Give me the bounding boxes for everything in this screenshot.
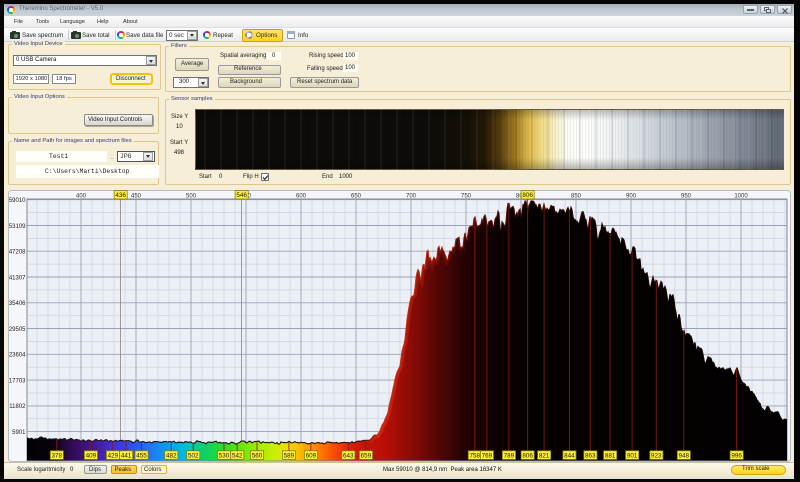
svg-text:806: 806 [522,452,533,459]
svg-text:23604: 23604 [9,353,26,359]
svg-text:530: 530 [219,452,230,459]
svg-text:502: 502 [188,452,199,459]
svg-text:400: 400 [76,194,87,200]
svg-text:700: 700 [406,194,417,200]
svg-text:482: 482 [166,452,177,459]
svg-text:546: 546 [236,192,247,199]
svg-text:409: 409 [86,452,97,459]
svg-text:600: 600 [296,194,307,200]
svg-text:789: 789 [504,452,515,459]
svg-text:650: 650 [351,194,362,200]
svg-text:901: 901 [627,452,638,459]
svg-text:758: 758 [470,452,481,459]
svg-text:500: 500 [186,194,197,200]
svg-text:429: 429 [108,452,119,459]
svg-text:11802: 11802 [9,404,26,410]
svg-text:609: 609 [306,452,317,459]
svg-text:863: 863 [585,452,596,459]
svg-text:455: 455 [136,452,147,459]
svg-text:41307: 41307 [9,275,26,281]
svg-text:450: 450 [131,194,142,200]
svg-text:589: 589 [284,452,295,459]
svg-text:59010: 59010 [9,198,26,204]
svg-text:17703: 17703 [9,378,26,384]
svg-text:441: 441 [121,452,132,459]
svg-text:950: 950 [681,194,692,200]
svg-text:35406: 35406 [9,301,26,307]
svg-text:806: 806 [522,192,533,199]
svg-text:5901: 5901 [12,430,26,436]
svg-text:53109: 53109 [9,224,26,230]
svg-text:923: 923 [651,452,662,459]
svg-text:750: 750 [461,194,472,200]
svg-text:643: 643 [343,452,354,459]
svg-text:850: 850 [571,194,582,200]
svg-text:542: 542 [232,452,243,459]
svg-text:436: 436 [115,192,126,199]
svg-text:948: 948 [679,452,690,459]
svg-text:659: 659 [361,452,372,459]
svg-text:1000: 1000 [734,194,748,200]
svg-text:844: 844 [564,452,575,459]
svg-text:47208: 47208 [9,250,26,256]
svg-text:996: 996 [731,452,742,459]
svg-text:378: 378 [52,452,63,459]
svg-text:900: 900 [626,194,637,200]
svg-text:821: 821 [539,452,550,459]
svg-text:881: 881 [605,452,616,459]
svg-text:560: 560 [252,452,263,459]
svg-text:29505: 29505 [9,327,26,333]
svg-text:769: 769 [482,452,493,459]
